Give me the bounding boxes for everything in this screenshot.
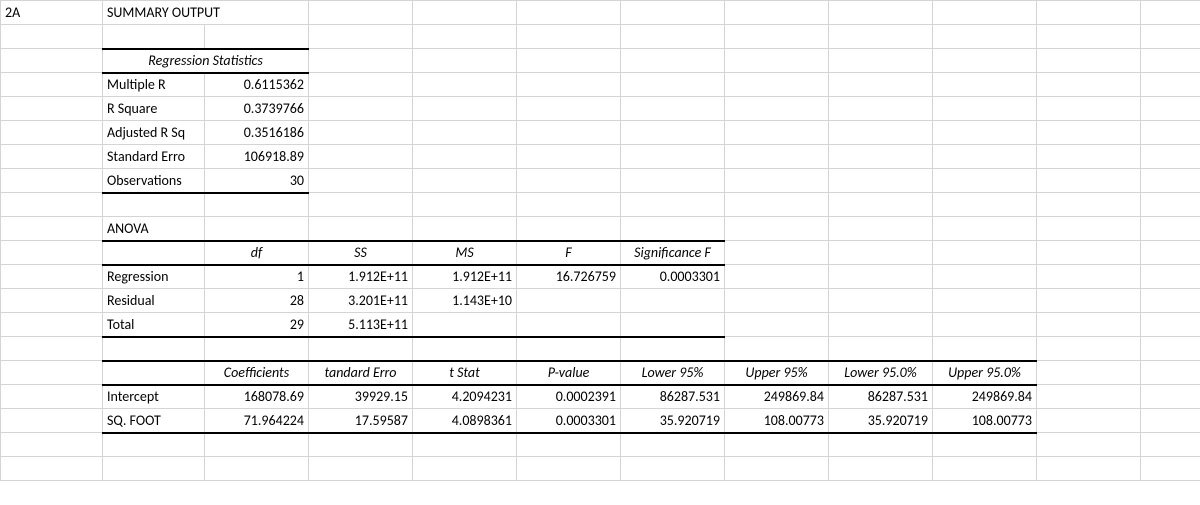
coef-header-stderr: tandard Erro [309,361,413,385]
coef-intercept-lower95: 86287.531 [621,385,725,409]
anova-total-label: Total [103,313,205,337]
anova-residual-label: Residual [103,289,205,313]
anova-residual-df: 28 [205,289,309,313]
multiple-r-label: Multiple R [103,73,205,97]
anova-heading: ANOVA [103,217,205,241]
anova-regression-ms: 1.912E+11 [413,265,517,289]
coef-header-upper95-0: Upper 95.0% [933,361,1037,385]
coef-sqfoot-lower95-0: 35.920719 [829,409,933,433]
coef-header-tstat: t Stat [413,361,517,385]
coef-header-upper95: Upper 95% [725,361,829,385]
anova-header-ss: SS [309,241,413,265]
coef-intercept-pvalue: 0.0002391 [517,385,621,409]
anova-header-df: df [205,241,309,265]
observations-label: Observations [103,169,205,193]
coef-sqfoot-upper95-0: 108.00773 [933,409,1037,433]
question-label: 2A [1,1,103,25]
anova-regression-ss: 1.912E+11 [309,265,413,289]
anova-header-ms: MS [413,241,517,265]
multiple-r-value: 0.6115362 [205,73,309,97]
anova-regression-f: 16.726759 [517,265,621,289]
std-error-label: Standard Erro [103,145,205,169]
coef-intercept-label: Intercept [103,385,205,409]
coef-intercept-lower95-0: 86287.531 [829,385,933,409]
coef-header-pvalue: P-value [517,361,621,385]
anova-header-f: F [517,241,621,265]
coef-intercept-stderr: 39929.15 [309,385,413,409]
anova-total-df: 29 [205,313,309,337]
coef-header-lower95: Lower 95% [621,361,725,385]
coef-sqfoot-upper95: 108.00773 [725,409,829,433]
coef-intercept-upper95: 249869.84 [725,385,829,409]
r-square-value: 0.3739766 [205,97,309,121]
anova-regression-label: Regression [103,265,205,289]
coef-intercept-tstat: 4.2094231 [413,385,517,409]
r-square-label: R Square [103,97,205,121]
anova-regression-sigf: 0.0003301 [621,265,725,289]
anova-total-ss: 5.113E+11 [309,313,413,337]
adj-r-square-label: Adjusted R Sq [103,121,205,145]
coef-sqfoot-coefficients: 71.964224 [205,409,309,433]
coef-sqfoot-lower95: 35.920719 [621,409,725,433]
observations-value: 30 [205,169,309,193]
anova-regression-df: 1 [205,265,309,289]
coef-sqfoot-stderr: 17.59587 [309,409,413,433]
coef-sqfoot-label: SQ. FOOT [103,409,205,433]
coef-intercept-coefficients: 168078.69 [205,385,309,409]
adj-r-square-value: 0.3516186 [205,121,309,145]
anova-residual-ms: 1.143E+10 [413,289,517,313]
anova-header-sigf: Significance F [621,241,725,265]
coef-intercept-upper95-0: 249869.84 [933,385,1037,409]
coef-header-coefficients: Coefficients [205,361,309,385]
coef-header-lower95-0: Lower 95.0% [829,361,933,385]
coef-sqfoot-tstat: 4.0898361 [413,409,517,433]
std-error-value: 106918.89 [205,145,309,169]
anova-residual-ss: 3.201E+11 [309,289,413,313]
spreadsheet-grid[interactable]: 2A SUMMARY OUTPUT Regression Statistics … [0,0,1200,481]
coef-sqfoot-pvalue: 0.0003301 [517,409,621,433]
summary-output-title: SUMMARY OUTPUT [103,1,309,25]
regression-statistics-heading: Regression Statistics [103,49,309,73]
